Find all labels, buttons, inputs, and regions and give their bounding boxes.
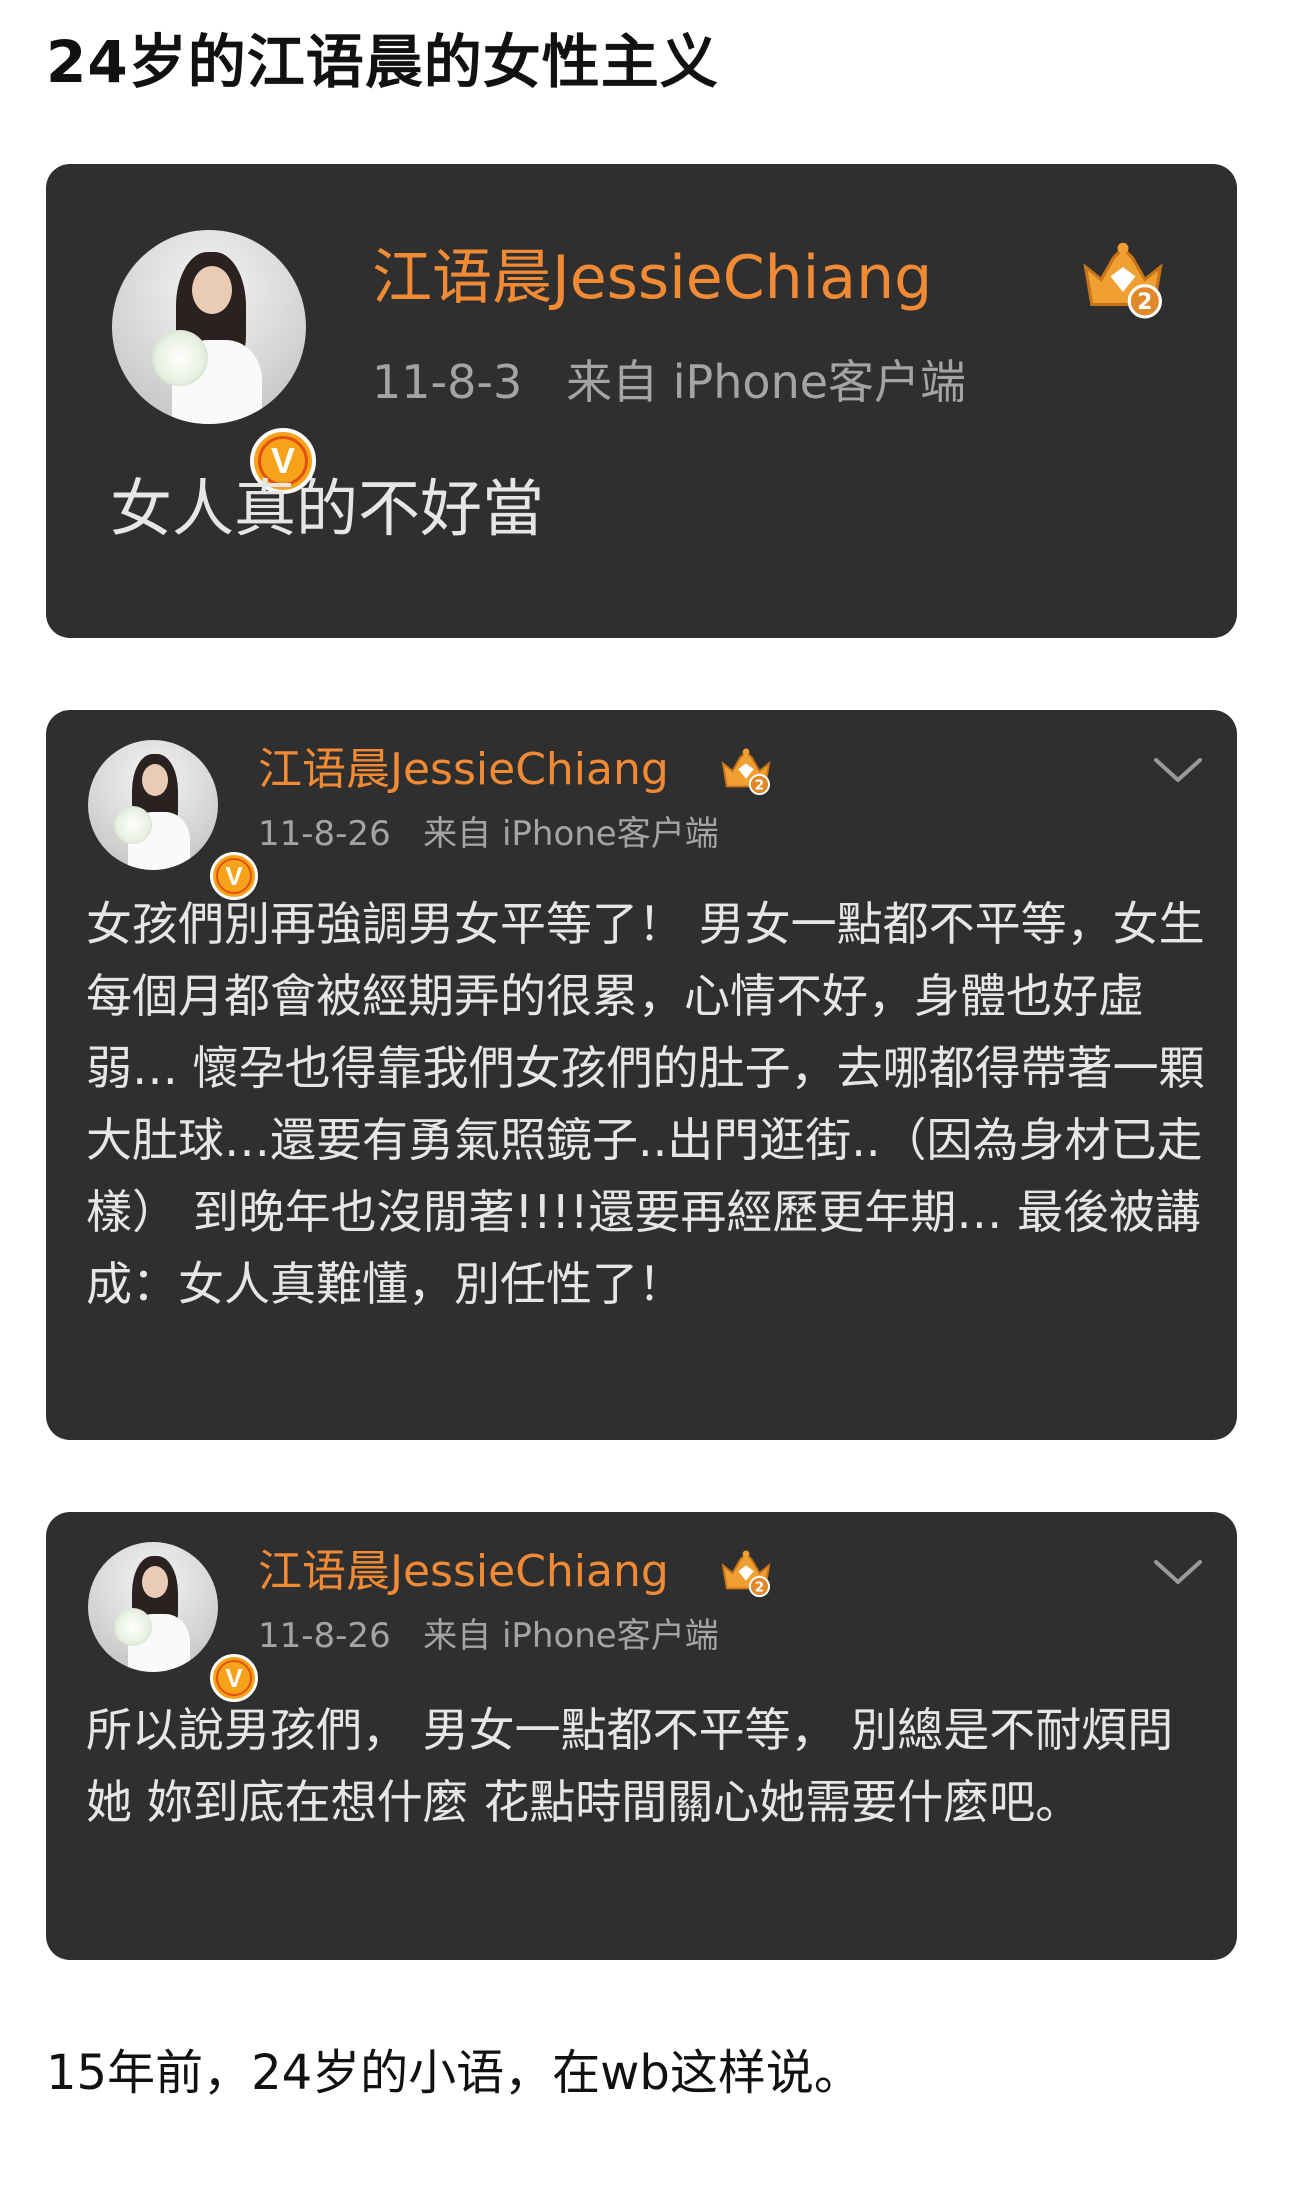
post-meta: 11-8-26 来自 iPhone客户端 <box>258 810 719 858</box>
avatar[interactable]: V <box>88 740 258 900</box>
post-text: 所以說男孩們， 男女一點都不平等， 別總是不耐煩問她 妳到底在想什麼 花點時間關… <box>86 1703 1174 1829</box>
avatar-photo <box>88 1542 218 1672</box>
post-source: 来自 iPhone客户端 <box>423 1616 719 1656</box>
avatar[interactable]: V <box>112 230 316 494</box>
crown-level-icon: 2 <box>721 748 771 796</box>
weibo-post-card: V 江语晨JessieChiang 2 11-8-26 来自 iPhone客户端… <box>46 710 1237 1440</box>
crown-level-number: 2 <box>1137 290 1152 315</box>
post-date: 11-8-3 <box>372 355 523 409</box>
avatar-photo <box>88 740 218 870</box>
crown-level-number: 2 <box>755 1580 764 1595</box>
weibo-post-card: V 江语晨JessieChiang 2 11-8-3 来自 iPhone客户端 … <box>46 164 1237 638</box>
post-source: 来自 iPhone客户端 <box>566 355 967 409</box>
username[interactable]: 江语晨JessieChiang <box>372 238 932 318</box>
post-text: 女孩們別再強調男女平等了！ 男女一點都不平等，女生每個月都會被經期弄的很累，心情… <box>86 897 1205 1311</box>
avatar-photo <box>112 230 306 424</box>
post-meta: 11-8-26 来自 iPhone客户端 <box>258 1612 719 1660</box>
crown-level-icon: 2 <box>1083 242 1163 319</box>
weibo-post-card: V 江语晨JessieChiang 2 11-8-26 来自 iPhone客户端… <box>46 1512 1237 1960</box>
crown-level-number: 2 <box>755 778 764 793</box>
footer-caption: 15年前，24岁的小语，在wb这样说。 <box>46 2045 862 2101</box>
post-meta: 11-8-3 来自 iPhone客户端 <box>372 350 966 414</box>
username[interactable]: 江语晨JessieChiang <box>258 1542 669 1602</box>
avatar[interactable]: V <box>88 1542 258 1702</box>
post-source: 来自 iPhone客户端 <box>423 814 719 854</box>
post-date: 11-8-26 <box>258 814 391 854</box>
post-date: 11-8-26 <box>258 1616 391 1656</box>
page-title: 24岁的江语晨的女性主义 <box>46 28 719 96</box>
crown-level-icon: 2 <box>721 1550 771 1598</box>
chevron-down-icon[interactable] <box>1152 754 1204 786</box>
post-text: 女人真的不好當 <box>110 472 545 545</box>
username[interactable]: 江语晨JessieChiang <box>258 740 669 800</box>
chevron-down-icon[interactable] <box>1152 1556 1204 1588</box>
